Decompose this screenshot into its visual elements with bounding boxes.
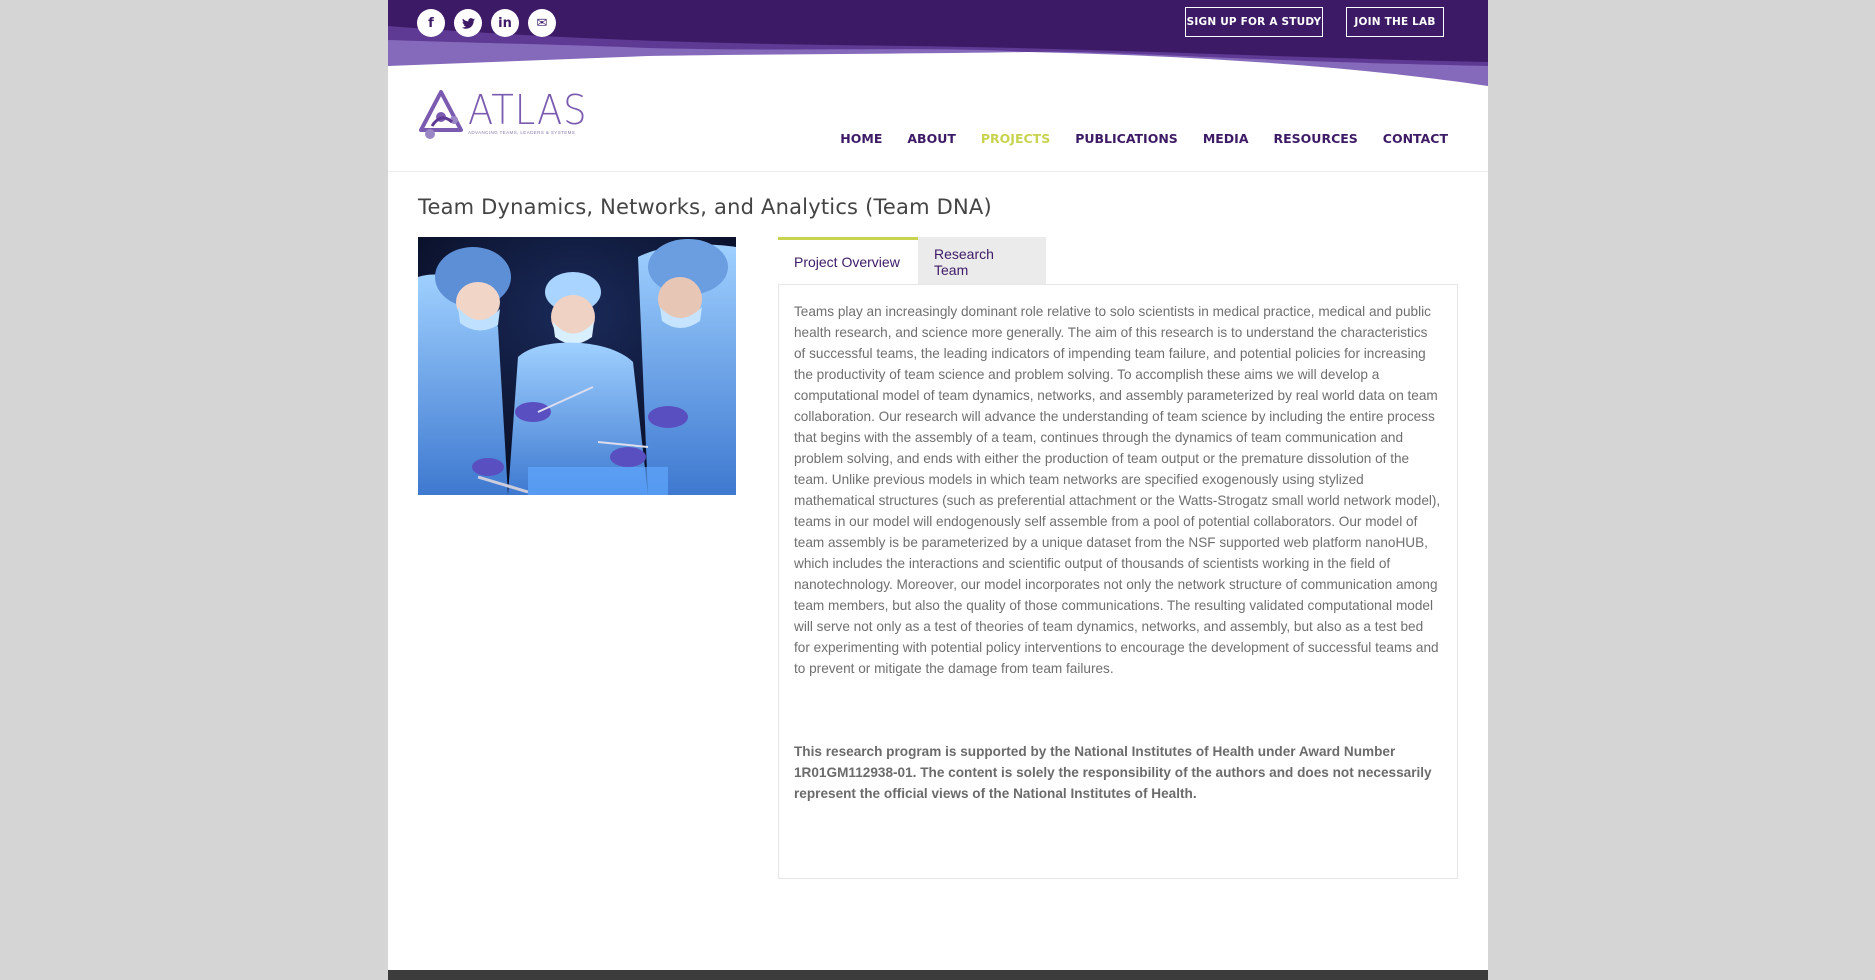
nav-about[interactable]: ABOUT	[907, 131, 956, 146]
nav-resources[interactable]: RESOURCES	[1274, 131, 1358, 146]
page-container: f in ✉ SIGN UP FOR A STUDY JOIN THE LAB …	[388, 0, 1488, 980]
logo-wordmark: ATLAS	[468, 86, 588, 134]
project-photo	[418, 237, 736, 495]
social-links: f in ✉	[417, 9, 556, 37]
facebook-icon[interactable]: f	[417, 9, 445, 37]
nav-contact[interactable]: CONTACT	[1383, 131, 1448, 146]
top-bar: f in ✉ SIGN UP FOR A STUDY JOIN THE LAB	[388, 0, 1488, 86]
atlas-logo-mark	[419, 90, 463, 139]
join-lab-button[interactable]: JOIN THE LAB	[1346, 7, 1444, 37]
overview-paragraph: Teams play an increasingly dominant role…	[794, 304, 1441, 676]
nav-projects[interactable]: PROJECTS	[981, 131, 1050, 146]
nav-publications[interactable]: PUBLICATIONS	[1075, 131, 1178, 146]
page-title: Team Dynamics, Networks, and Analytics (…	[418, 195, 992, 220]
atlas-logo[interactable]: ATLAS ADVANCING TEAMS, LEADERS & SYSTEMS	[418, 90, 601, 140]
tab-project-overview[interactable]: Project Overview	[778, 237, 918, 284]
nav-home[interactable]: HOME	[840, 131, 882, 146]
tab-panel-overview: Teams play an increasingly dominant role…	[778, 284, 1458, 879]
twitter-icon[interactable]	[454, 9, 482, 37]
main-nav: HOME ABOUT PROJECTS PUBLICATIONS MEDIA R…	[840, 131, 1448, 146]
nav-media[interactable]: MEDIA	[1203, 131, 1249, 146]
linkedin-icon[interactable]: in	[491, 9, 519, 37]
header-divider	[388, 171, 1488, 172]
email-icon[interactable]: ✉	[528, 9, 556, 37]
sign-up-study-button[interactable]: SIGN UP FOR A STUDY	[1185, 7, 1323, 37]
funding-statement: This research program is supported by th…	[794, 744, 1432, 801]
tab-research-team[interactable]: Research Team	[918, 237, 1046, 284]
footer-bar	[388, 970, 1488, 980]
project-tabs: Project Overview Research Team	[778, 237, 1046, 284]
